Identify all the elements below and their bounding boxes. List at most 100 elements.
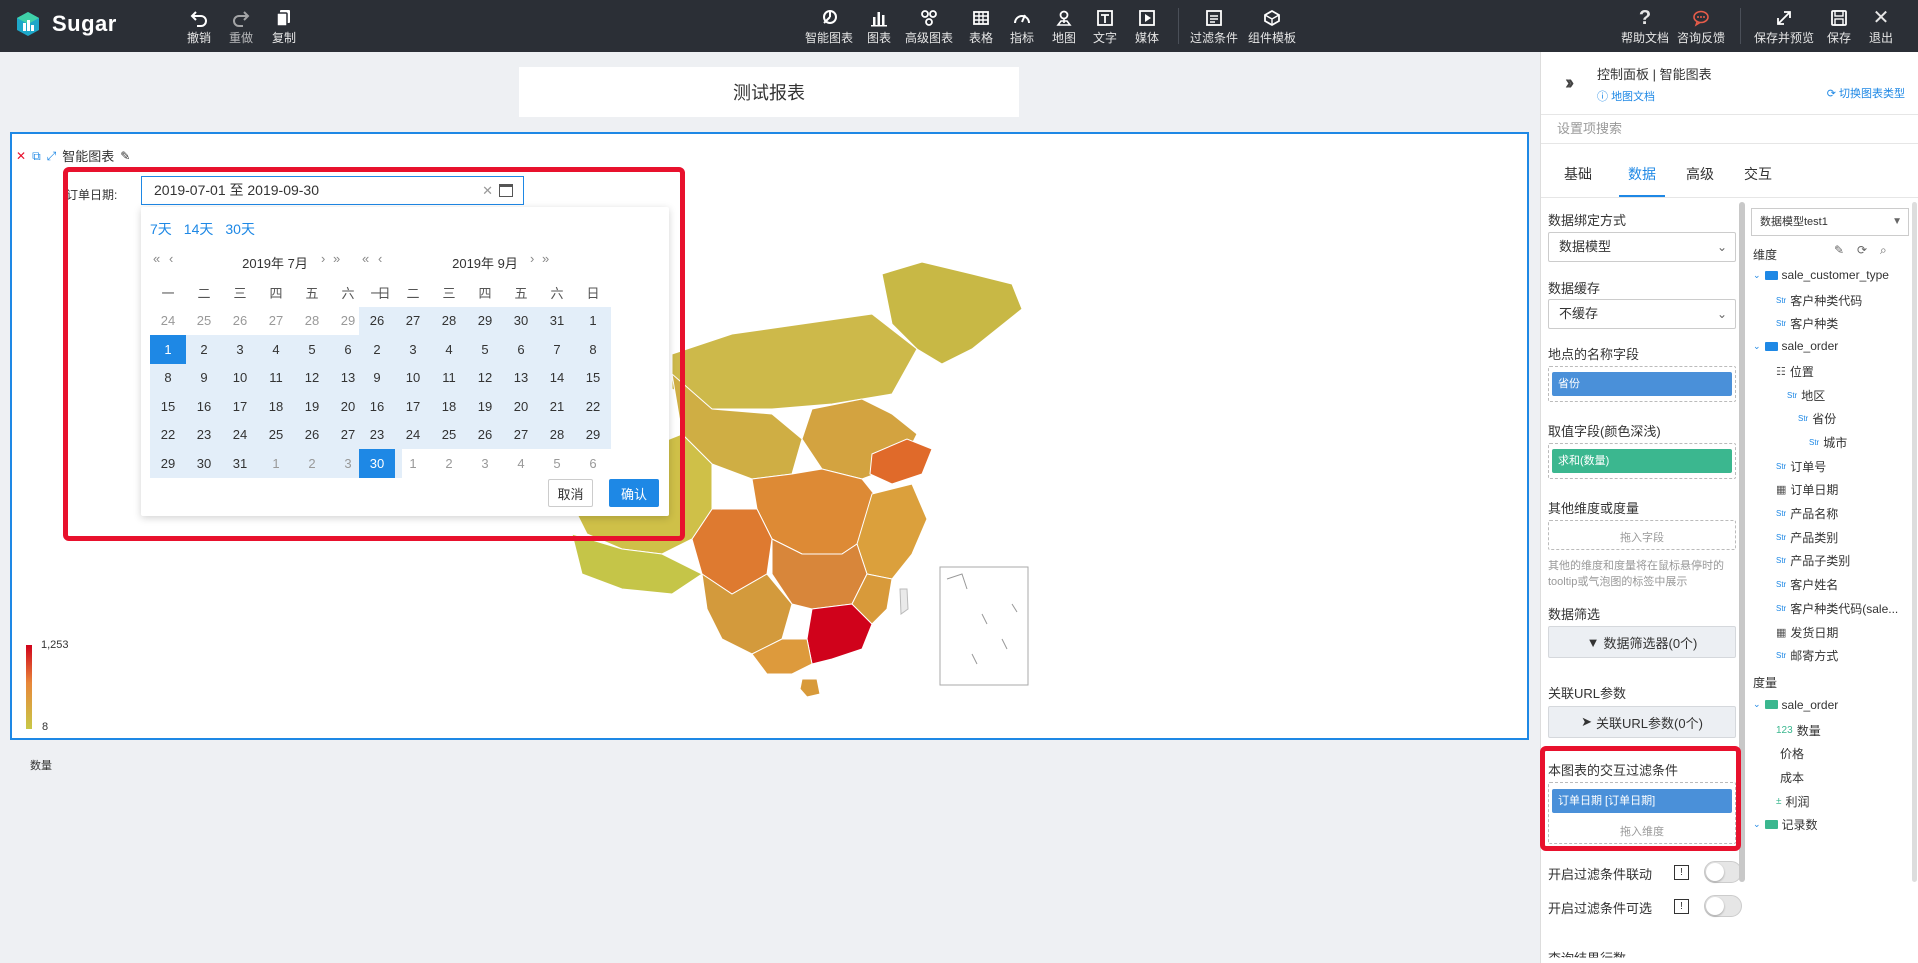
calendar-day[interactable]: 26	[222, 307, 258, 336]
calendar-day[interactable]: 27	[258, 307, 294, 336]
calendar-day[interactable]: 1	[258, 449, 294, 478]
calendar-day[interactable]: 18	[431, 392, 467, 421]
refresh-icon[interactable]: ⟳	[1857, 243, 1867, 257]
calendar-day[interactable]: 17	[222, 392, 258, 421]
switch-chart-type-link[interactable]: ⟳ 切换图表类型	[1827, 85, 1905, 101]
calendar-day[interactable]: 27	[395, 306, 431, 335]
calendar-day[interactable]: 4	[503, 449, 539, 478]
prev-month-icon[interactable]: ‹	[169, 251, 175, 266]
calendar-day[interactable]: 10	[222, 363, 258, 392]
location-field-pill[interactable]: 省份	[1552, 372, 1732, 396]
next-month-icon[interactable]: ›	[530, 251, 536, 266]
tree-field[interactable]: 123 数量	[1776, 722, 1821, 739]
calendar-day[interactable]: 2	[294, 449, 330, 478]
calendar-day[interactable]: 8	[150, 363, 186, 392]
url-param-button[interactable]: ➤ 关联URL参数(0个)	[1548, 706, 1736, 738]
calendar-day[interactable]: 29	[150, 449, 186, 478]
calendar-day[interactable]: 30	[503, 306, 539, 335]
calendar-day[interactable]: 15	[150, 392, 186, 421]
calendar-day[interactable]: 29	[467, 306, 503, 335]
tree-folder[interactable]: ⌄ sale_customer_type	[1753, 268, 1889, 282]
cancel-button[interactable]: 取消	[548, 479, 593, 507]
calendar-day[interactable]: 9	[186, 363, 222, 392]
tree-field[interactable]: Str 客户姓名	[1776, 576, 1838, 593]
bind-mode-select[interactable]: 数据模型 ⌄	[1548, 232, 1736, 262]
fields-scrollbar[interactable]	[1912, 202, 1917, 882]
text-button[interactable]: 文字	[1093, 7, 1117, 46]
tree-field[interactable]: Str 产品子类别	[1776, 552, 1850, 569]
prev-month-icon-right[interactable]: ‹	[378, 251, 384, 266]
settings-scrollbar[interactable]	[1739, 202, 1745, 882]
tree-field[interactable]: Str 客户种类代码(sale...	[1776, 600, 1898, 617]
tab-advanced[interactable]: 高级	[1686, 164, 1714, 184]
copy-button[interactable]: 复制	[272, 7, 296, 46]
confirm-button[interactable]: 确认	[609, 479, 659, 507]
calendar-day[interactable]: 5	[467, 335, 503, 364]
next-month-icon-left[interactable]: ›	[321, 251, 327, 266]
calendar-day[interactable]: 10	[395, 363, 431, 392]
redo-button[interactable]: 重做	[229, 7, 253, 46]
cache-select[interactable]: 不缓存 ⌄	[1548, 299, 1736, 329]
tree-folder[interactable]: ⌄ 记录数	[1753, 816, 1818, 833]
calendar-day[interactable]: 5	[294, 335, 330, 364]
tree-field[interactable]: Str 地区	[1787, 387, 1825, 404]
calendar-day[interactable]: 28	[431, 306, 467, 335]
tree-field[interactable]: Str 订单号	[1776, 458, 1826, 475]
tree-field[interactable]: ☷ 位置	[1776, 363, 1814, 380]
settings-search-input[interactable]: 设置项搜索	[1541, 114, 1918, 144]
calendar-day[interactable]: 22	[575, 392, 611, 421]
calendar-day[interactable]: 19	[294, 392, 330, 421]
calendar-day[interactable]: 8	[575, 335, 611, 364]
calendar-day[interactable]: 2	[431, 449, 467, 478]
table-button[interactable]: 表格	[969, 7, 993, 46]
tree-field[interactable]: Str 产品名称	[1776, 505, 1838, 522]
media-button[interactable]: 媒体	[1135, 7, 1159, 46]
calendar-day[interactable]: 13	[503, 363, 539, 392]
tree-field[interactable]: ▦ 发货日期	[1776, 624, 1838, 641]
location-dropzone[interactable]: 省份	[1548, 366, 1736, 402]
calendar-day[interactable]: 1	[150, 335, 186, 364]
calendar-icon[interactable]	[499, 184, 513, 197]
calendar-day[interactable]: 26	[294, 420, 330, 449]
prev-year-icon[interactable]: «	[153, 251, 162, 266]
calendar-day[interactable]: 4	[431, 335, 467, 364]
calendar-day[interactable]: 25	[186, 307, 222, 336]
calendar-day[interactable]: 27	[503, 420, 539, 449]
save-button[interactable]: 保存	[1827, 7, 1851, 46]
tree-field[interactable]: Str 省份	[1798, 410, 1836, 427]
clear-icon[interactable]: ✕	[482, 177, 493, 204]
calendar-day[interactable]: 19	[467, 392, 503, 421]
undo-button[interactable]: 撤销	[187, 7, 211, 46]
shortcut-14-days[interactable]: 14天	[184, 219, 214, 239]
value-field-pill[interactable]: 求和(数量)	[1552, 449, 1732, 473]
interact-filter-dropzone[interactable]: 订单日期 [订单日期] 拖入维度	[1548, 782, 1736, 844]
chevron-down-icon[interactable]: ⌄	[1753, 819, 1761, 830]
tab-interaction[interactable]: 交互	[1744, 164, 1772, 184]
chart-button[interactable]: 图表	[867, 7, 891, 46]
app-logo[interactable]: Sugar	[14, 10, 117, 38]
calendar-day[interactable]: 6	[503, 335, 539, 364]
calendar-day[interactable]: 25	[431, 420, 467, 449]
exit-button[interactable]: ✕ 退出	[1869, 7, 1893, 46]
shortcut-7-days[interactable]: 7天	[150, 219, 172, 239]
calendar-day[interactable]: 16	[186, 392, 222, 421]
filter-selectable-toggle[interactable]	[1704, 895, 1742, 917]
calendar-day[interactable]: 24	[222, 420, 258, 449]
calendar-day[interactable]: 15	[575, 363, 611, 392]
calendar-day[interactable]: 3	[467, 449, 503, 478]
chevron-down-icon[interactable]: ⌄	[1753, 699, 1761, 710]
calendar-day[interactable]: 12	[467, 363, 503, 392]
calendar-day[interactable]: 7	[539, 335, 575, 364]
calendar-day[interactable]: 24	[150, 307, 186, 336]
info-icon[interactable]: !	[1674, 899, 1689, 914]
tab-data[interactable]: 数据	[1628, 164, 1656, 184]
date-range-input[interactable]: 2019-07-01 至 2019-09-30 ✕	[141, 176, 524, 205]
prev-year-icon-right[interactable]: «	[362, 251, 371, 266]
collapse-panel-icon[interactable]: ››	[1565, 72, 1575, 95]
smart-chart-button[interactable]: 智能图表	[805, 7, 853, 46]
data-model-select[interactable]: 数据模型test1 ▼	[1751, 208, 1909, 236]
calendar-day[interactable]: 26	[467, 420, 503, 449]
component-template-button[interactable]: 组件模板	[1248, 7, 1296, 46]
tree-field[interactable]: ▦ 订单日期	[1776, 481, 1838, 498]
next-year-icon[interactable]: »	[542, 251, 551, 266]
